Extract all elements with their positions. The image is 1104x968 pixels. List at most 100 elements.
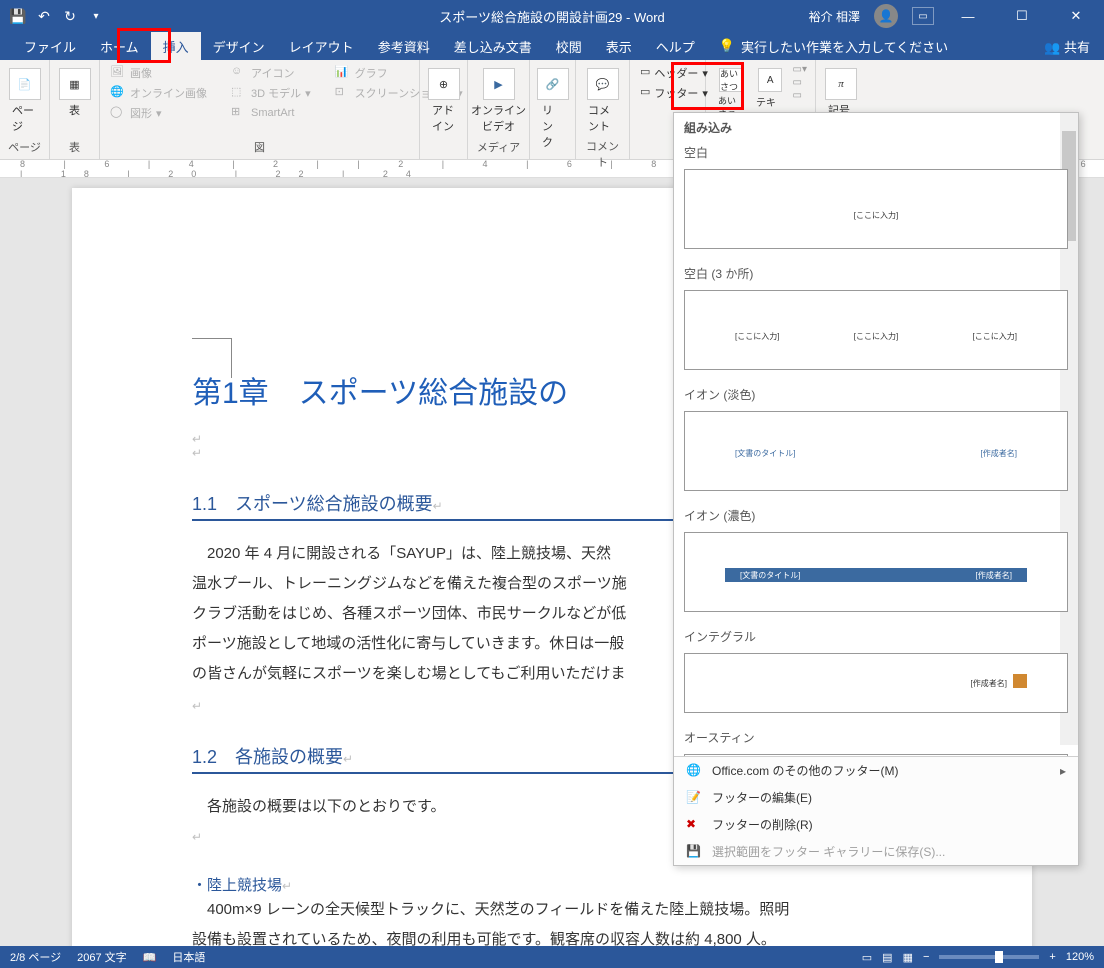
links-button[interactable]: 🔗リンク xyxy=(538,64,567,154)
group-tables: ▦表 表 xyxy=(50,60,100,159)
menu-remove-footer[interactable]: ✖フッターの削除(R) xyxy=(674,811,1078,838)
view-read-icon[interactable]: ▭ xyxy=(862,951,872,964)
tab-help[interactable]: ヘルプ xyxy=(644,32,707,60)
addins-icon: ⊕ xyxy=(428,68,460,100)
minimize-button[interactable]: — xyxy=(948,0,988,32)
user-name: 裕介 相澤 xyxy=(809,8,860,25)
group-media: ▶オンライン ビデオ メディア xyxy=(468,60,530,159)
view-print-icon[interactable]: ▤ xyxy=(882,951,892,964)
signature-icon[interactable]: ▭ xyxy=(793,77,807,88)
ribbon-display-icon[interactable]: ▭ xyxy=(912,7,934,25)
online-video-button[interactable]: ▶オンライン ビデオ xyxy=(476,64,521,138)
table-button[interactable]: ▦表 xyxy=(58,64,91,122)
qat-customize-icon[interactable]: ▾ xyxy=(88,8,104,24)
close-button[interactable]: ✕ xyxy=(1056,0,1096,32)
footer-item-blank[interactable]: 空白 xyxy=(674,138,1078,165)
share-icon: 👥 xyxy=(1044,40,1060,55)
footer-preview-integral[interactable]: [作成者名] xyxy=(684,653,1068,713)
gallery-section-builtin: 組み込み xyxy=(674,113,1078,138)
group-illustrations: 🖼画像 🌐オンライン画像 ◯図形 ▾ ☺アイコン ⬚3D モデル ▾ ⊞Smar… xyxy=(100,60,420,159)
remove-icon: ✖ xyxy=(686,817,702,833)
user-avatar-icon[interactable]: 👤 xyxy=(874,4,898,28)
placeholder-text: [ここに入力] xyxy=(854,331,898,342)
tab-insert[interactable]: 挿入 xyxy=(151,32,201,60)
smartart-button[interactable]: ⊞SmartArt xyxy=(229,104,313,122)
online-image-button[interactable]: 🌐オンライン画像 xyxy=(108,84,209,102)
tab-review[interactable]: 校閲 xyxy=(544,32,594,60)
share-button[interactable]: 👥 共有 xyxy=(1044,37,1090,56)
zoom-slider[interactable] xyxy=(939,955,1039,959)
footer-item-austin[interactable]: オースティン xyxy=(674,723,1078,750)
tab-view[interactable]: 表示 xyxy=(594,32,644,60)
3dmodel-button[interactable]: ⬚3D モデル ▾ xyxy=(229,84,313,102)
object-icon[interactable]: ▭ xyxy=(793,90,807,101)
language[interactable]: 日本語 xyxy=(172,949,205,965)
footer-button[interactable]: ▭フッター ▾ xyxy=(638,84,697,102)
redo-icon[interactable]: ↻ xyxy=(62,8,78,24)
page-icon: 📄 xyxy=(9,68,41,100)
undo-icon[interactable]: ↶ xyxy=(36,8,52,24)
tell-me[interactable]: 💡実行したい作業を入力してください xyxy=(707,32,960,60)
tab-file[interactable]: ファイル xyxy=(12,32,88,60)
image-button[interactable]: 🖼画像 xyxy=(108,64,209,82)
document-title: スポーツ総合施設の開設計画29 - Word xyxy=(439,7,665,26)
group-label: ページ xyxy=(8,139,41,155)
footer-item-integral[interactable]: インテグラル xyxy=(674,622,1078,649)
menu-save-selection: 💾選択範囲をフッター ギャラリーに保存(S)... xyxy=(674,838,1078,865)
screenshot-icon: ⊡ xyxy=(335,85,351,101)
placeholder-text: [ここに入力] xyxy=(735,331,779,342)
placeholder-text: [ここに入力] xyxy=(854,210,898,221)
page-count[interactable]: 2/8 ページ xyxy=(10,949,61,965)
placeholder-text: [作成者名] xyxy=(976,570,1012,581)
zoom-knob[interactable] xyxy=(995,951,1003,963)
footer-item-ion-light[interactable]: イオン (淡色) xyxy=(674,380,1078,407)
zoom-out-button[interactable]: − xyxy=(923,951,929,963)
link-icon: 🔗 xyxy=(537,68,569,100)
edit-icon: 📝 xyxy=(686,790,702,806)
dropcap-icon[interactable]: ▭▾ xyxy=(793,64,807,75)
menu-edit-footer[interactable]: 📝フッターの編集(E) xyxy=(674,784,1078,811)
pages-button[interactable]: 📄ページ xyxy=(8,64,41,138)
placeholder-text: [作成者名] xyxy=(981,448,1017,459)
maximize-button[interactable]: ☐ xyxy=(1002,0,1042,32)
save-icon[interactable]: 💾 xyxy=(10,8,26,24)
icons-button[interactable]: ☺アイコン xyxy=(229,64,313,82)
image-icon: 🖼 xyxy=(110,65,126,81)
placeholder-text: [作成者名] xyxy=(971,678,1007,689)
view-web-icon[interactable]: ▦ xyxy=(903,951,913,964)
equation-icon: π xyxy=(825,68,857,100)
heading-track[interactable]: ・陸上競技場↵ xyxy=(192,874,932,895)
shapes-button[interactable]: ◯図形 ▾ xyxy=(108,104,209,122)
integral-accent xyxy=(1013,674,1027,688)
proofing-icon[interactable]: 📖 xyxy=(143,951,157,964)
textbox-icon: A xyxy=(758,68,782,92)
tab-design[interactable]: デザイン xyxy=(201,32,277,60)
tab-home[interactable]: ホーム xyxy=(88,32,151,60)
title-bar: 💾 ↶ ↻ ▾ スポーツ総合施設の開設計画29 - Word 裕介 相澤 👤 ▭… xyxy=(0,0,1104,32)
table-icon: ▦ xyxy=(59,68,91,100)
menu-office-more[interactable]: 🌐Office.com のその他のフッター(M)▸ xyxy=(674,757,1078,784)
footer-preview-blank[interactable]: [ここに入力] xyxy=(684,169,1068,249)
tab-layout[interactable]: レイアウト xyxy=(277,32,366,60)
footer-preview-ion-light[interactable]: [文書のタイトル] [作成者名] xyxy=(684,411,1068,491)
video-icon: ▶ xyxy=(483,68,515,100)
icons-icon: ☺ xyxy=(231,65,247,81)
zoom-level[interactable]: 120% xyxy=(1066,951,1094,963)
footer-preview-ion-dark[interactable]: [文書のタイトル] [作成者名] xyxy=(684,532,1068,612)
tab-mailings[interactable]: 差し込み文書 xyxy=(442,32,544,60)
lightbulb-icon: 💡 xyxy=(719,38,735,54)
footer-item-ion-dark[interactable]: イオン (濃色) xyxy=(674,501,1078,528)
footer-preview-blank3[interactable]: [ここに入力] [ここに入力] [ここに入力] xyxy=(684,290,1068,370)
zoom-in-button[interactable]: + xyxy=(1049,951,1055,963)
body-paragraph[interactable]: 400m×9 レーンの全天候型トラックに、天然芝のフィールドを備えた陸上競技場。… xyxy=(192,895,932,946)
word-count[interactable]: 2067 文字 xyxy=(77,949,127,965)
margin-mark xyxy=(192,338,232,378)
status-bar: 2/8 ページ 2067 文字 📖 日本語 ▭ ▤ ▦ − + 120% xyxy=(0,946,1104,968)
footer-item-blank3[interactable]: 空白 (3 か所) xyxy=(674,259,1078,286)
save-gallery-icon: 💾 xyxy=(686,844,702,860)
header-button[interactable]: ▭ヘッダー ▾ xyxy=(638,64,697,82)
tab-references[interactable]: 参考資料 xyxy=(366,32,442,60)
comment-button[interactable]: 💬コメント xyxy=(584,64,621,138)
shapes-icon: ◯ xyxy=(110,105,126,121)
addins-button[interactable]: ⊕アドイン xyxy=(428,64,459,138)
